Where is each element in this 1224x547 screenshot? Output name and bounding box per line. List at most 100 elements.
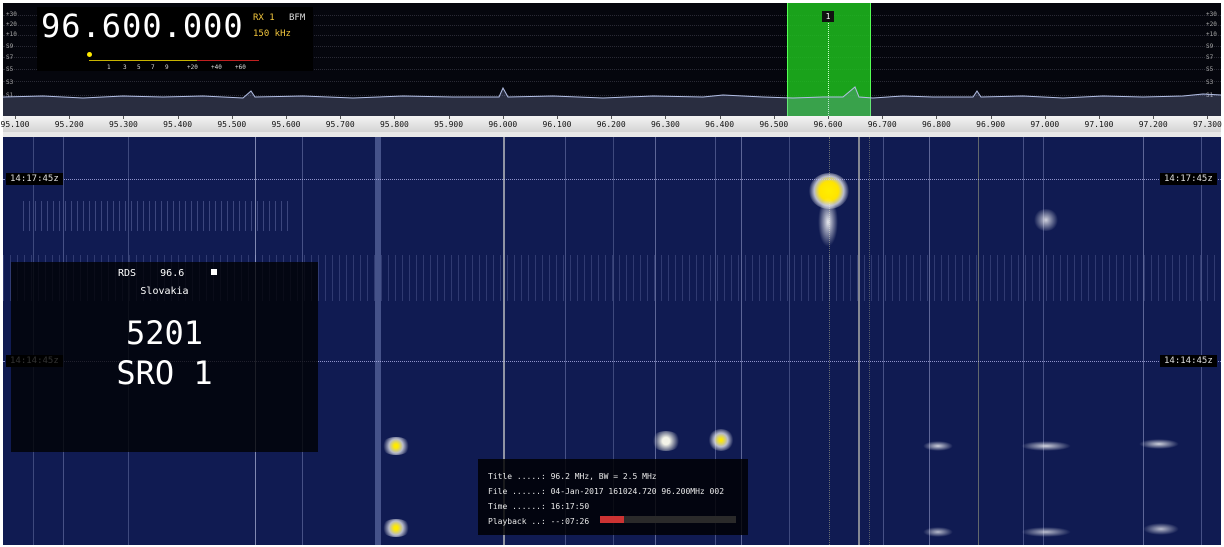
- signal-blob: [1143, 523, 1179, 535]
- signal-blob: [708, 429, 734, 451]
- frequency-tick-mark: [1044, 116, 1046, 119]
- signal-trace: [1143, 137, 1144, 545]
- frequency-tick-mark: [611, 116, 613, 119]
- frequency-tick-label: 96.700: [867, 120, 897, 129]
- playback-progress-fill: [600, 516, 625, 523]
- frequency-tick-label: 95.800: [379, 120, 409, 129]
- time-marker-left: 14:17:45z: [6, 173, 63, 185]
- frequency-tick-mark: [882, 116, 884, 119]
- frequency-readout[interactable]: 96.600.000: [41, 7, 244, 45]
- rds-label: RDS: [118, 268, 137, 279]
- station-carrier-tail: [818, 197, 838, 247]
- frequency-tick-mark: [557, 116, 558, 119]
- frequency-tick-label: 95.900: [434, 120, 464, 129]
- signal-trace: [1201, 137, 1202, 545]
- smeter-label: +40: [211, 64, 222, 71]
- recording-time: Time ......: 16:17:50: [488, 502, 590, 511]
- smeter-label: +60: [235, 64, 246, 71]
- frequency-tick-label: 95.600: [271, 120, 301, 129]
- rds-panel: RDS 96.6 Slovakia 5201 SRO 1: [11, 262, 318, 452]
- receiver-id: RX 1: [253, 13, 275, 23]
- signal-trace: [789, 137, 790, 545]
- frequency-scale[interactable]: 95.100 95.200 95.300 95.400 95.500 95.600 95.7…: [0, 116, 1222, 133]
- smeter-label: 3: [123, 64, 127, 71]
- frequency-tick-label: 95.100: [0, 120, 30, 129]
- rds-country: Slovakia: [140, 286, 189, 297]
- signal-band: [23, 201, 293, 231]
- frequency-tick-mark: [936, 116, 938, 119]
- frequency-tick-label: 96.200: [596, 120, 626, 129]
- recording-playback: Playback ..: --:07:26: [488, 517, 590, 526]
- frequency-tick-mark: [1153, 116, 1155, 119]
- signal-trace: [375, 137, 381, 545]
- rds-header: RDS 96.6: [118, 268, 184, 279]
- signal-blob: [1021, 441, 1071, 451]
- frequency-tick-mark: [448, 116, 450, 119]
- signal-trace: [929, 137, 930, 545]
- frequency-tick-mark: [502, 116, 504, 119]
- filter-bandwidth[interactable]: 150 kHz: [253, 29, 291, 39]
- demod-mode[interactable]: BFM: [289, 13, 305, 23]
- frequency-tick-mark: [123, 116, 125, 119]
- frequency-display-panel: 96.600.000 RX 1 BFM 150 kHz 1 3 5 7 9 +2…: [37, 7, 313, 71]
- frequency-tick-mark: [990, 116, 992, 119]
- rds-sync-indicator: [211, 269, 217, 275]
- frequency-tick-label: 96.800: [921, 120, 951, 129]
- signal-trace: [978, 137, 979, 545]
- signal-trace: [858, 137, 860, 545]
- frequency-tick-label: 95.500: [217, 120, 247, 129]
- smeter-label: 7: [151, 64, 155, 71]
- signal-blob: [1033, 209, 1059, 231]
- waterfall-display[interactable]: 14:17:45z 14:17:45z 14:14:45z 14:14:45z …: [3, 137, 1221, 545]
- signal-blob: [923, 527, 953, 537]
- smeter-label: +20: [187, 64, 198, 71]
- signal-blob: [923, 441, 953, 451]
- frequency-tick-mark: [15, 116, 16, 119]
- frequency-tick-label: 96.500: [759, 120, 789, 129]
- recording-title: Title .....: 96.2 MHz, BW = 2.5 MHz: [488, 472, 657, 481]
- frequency-tick-mark: [665, 116, 667, 119]
- frequency-tick-mark: [69, 116, 71, 119]
- frequency-tick-mark: [1207, 116, 1209, 119]
- smeter-label: 1: [107, 64, 111, 71]
- recording-info-panel: Title .....: 96.2 MHz, BW = 2.5 MHz File…: [478, 459, 748, 535]
- time-marker-right: 14:17:45z: [1160, 173, 1217, 185]
- time-marker-right: 14:14:45z: [1160, 355, 1217, 367]
- frequency-tick-label: 96.000: [488, 120, 518, 129]
- smeter-over-s9-bar: [197, 60, 259, 61]
- smeter-label: 5: [137, 64, 141, 71]
- frequency-tick-mark: [394, 116, 396, 119]
- frequency-tick-label: 95.200: [54, 120, 84, 129]
- frequency-tick-label: 96.400: [705, 120, 735, 129]
- rds-frequency: 96.6: [160, 268, 185, 279]
- frequency-tick-label: 95.700: [325, 120, 355, 129]
- frequency-tick-label: 96.100: [542, 120, 572, 129]
- frequency-tick-label: 97.300: [1192, 120, 1222, 129]
- signal-blob: [1139, 439, 1179, 449]
- frequency-tick-mark: [828, 116, 829, 119]
- time-marker-line: [3, 179, 1221, 180]
- smeter-indicator: [87, 52, 92, 57]
- channel-edge-trace: [869, 137, 870, 545]
- rds-pi-code: 5201: [125, 314, 204, 352]
- signal-blob: [1021, 527, 1071, 537]
- frequency-tick-mark: [773, 116, 775, 119]
- signal-blob: [381, 519, 411, 537]
- frequency-tick-label: 96.300: [650, 120, 680, 129]
- frequency-tick-label: 95.300: [108, 120, 138, 129]
- frequency-tick-mark: [719, 116, 721, 119]
- frequency-tick-mark: [286, 116, 287, 119]
- signal-trace: [1043, 137, 1044, 545]
- frequency-tick-mark: [231, 116, 233, 119]
- frequency-tick-mark: [177, 116, 179, 119]
- rds-station-name: SRO 1: [116, 354, 213, 392]
- frequency-tick-label: 97.200: [1138, 120, 1168, 129]
- signal-blob: [381, 437, 411, 455]
- spectrum-display[interactable]: +30 +20 +10 S9 S7 S5 S3 S1 +30 +20 +10 S…: [3, 3, 1221, 116]
- frequency-tick-label: 96.600: [813, 120, 843, 129]
- smeter-label: 9: [165, 64, 169, 71]
- playback-progress-bar[interactable]: [600, 516, 736, 523]
- frequency-tick-label: 96.900: [976, 120, 1006, 129]
- frequency-tick-label: 97.000: [1030, 120, 1060, 129]
- recording-file: File ......: 04-Jan-2017 161024.720 96.2…: [488, 487, 725, 496]
